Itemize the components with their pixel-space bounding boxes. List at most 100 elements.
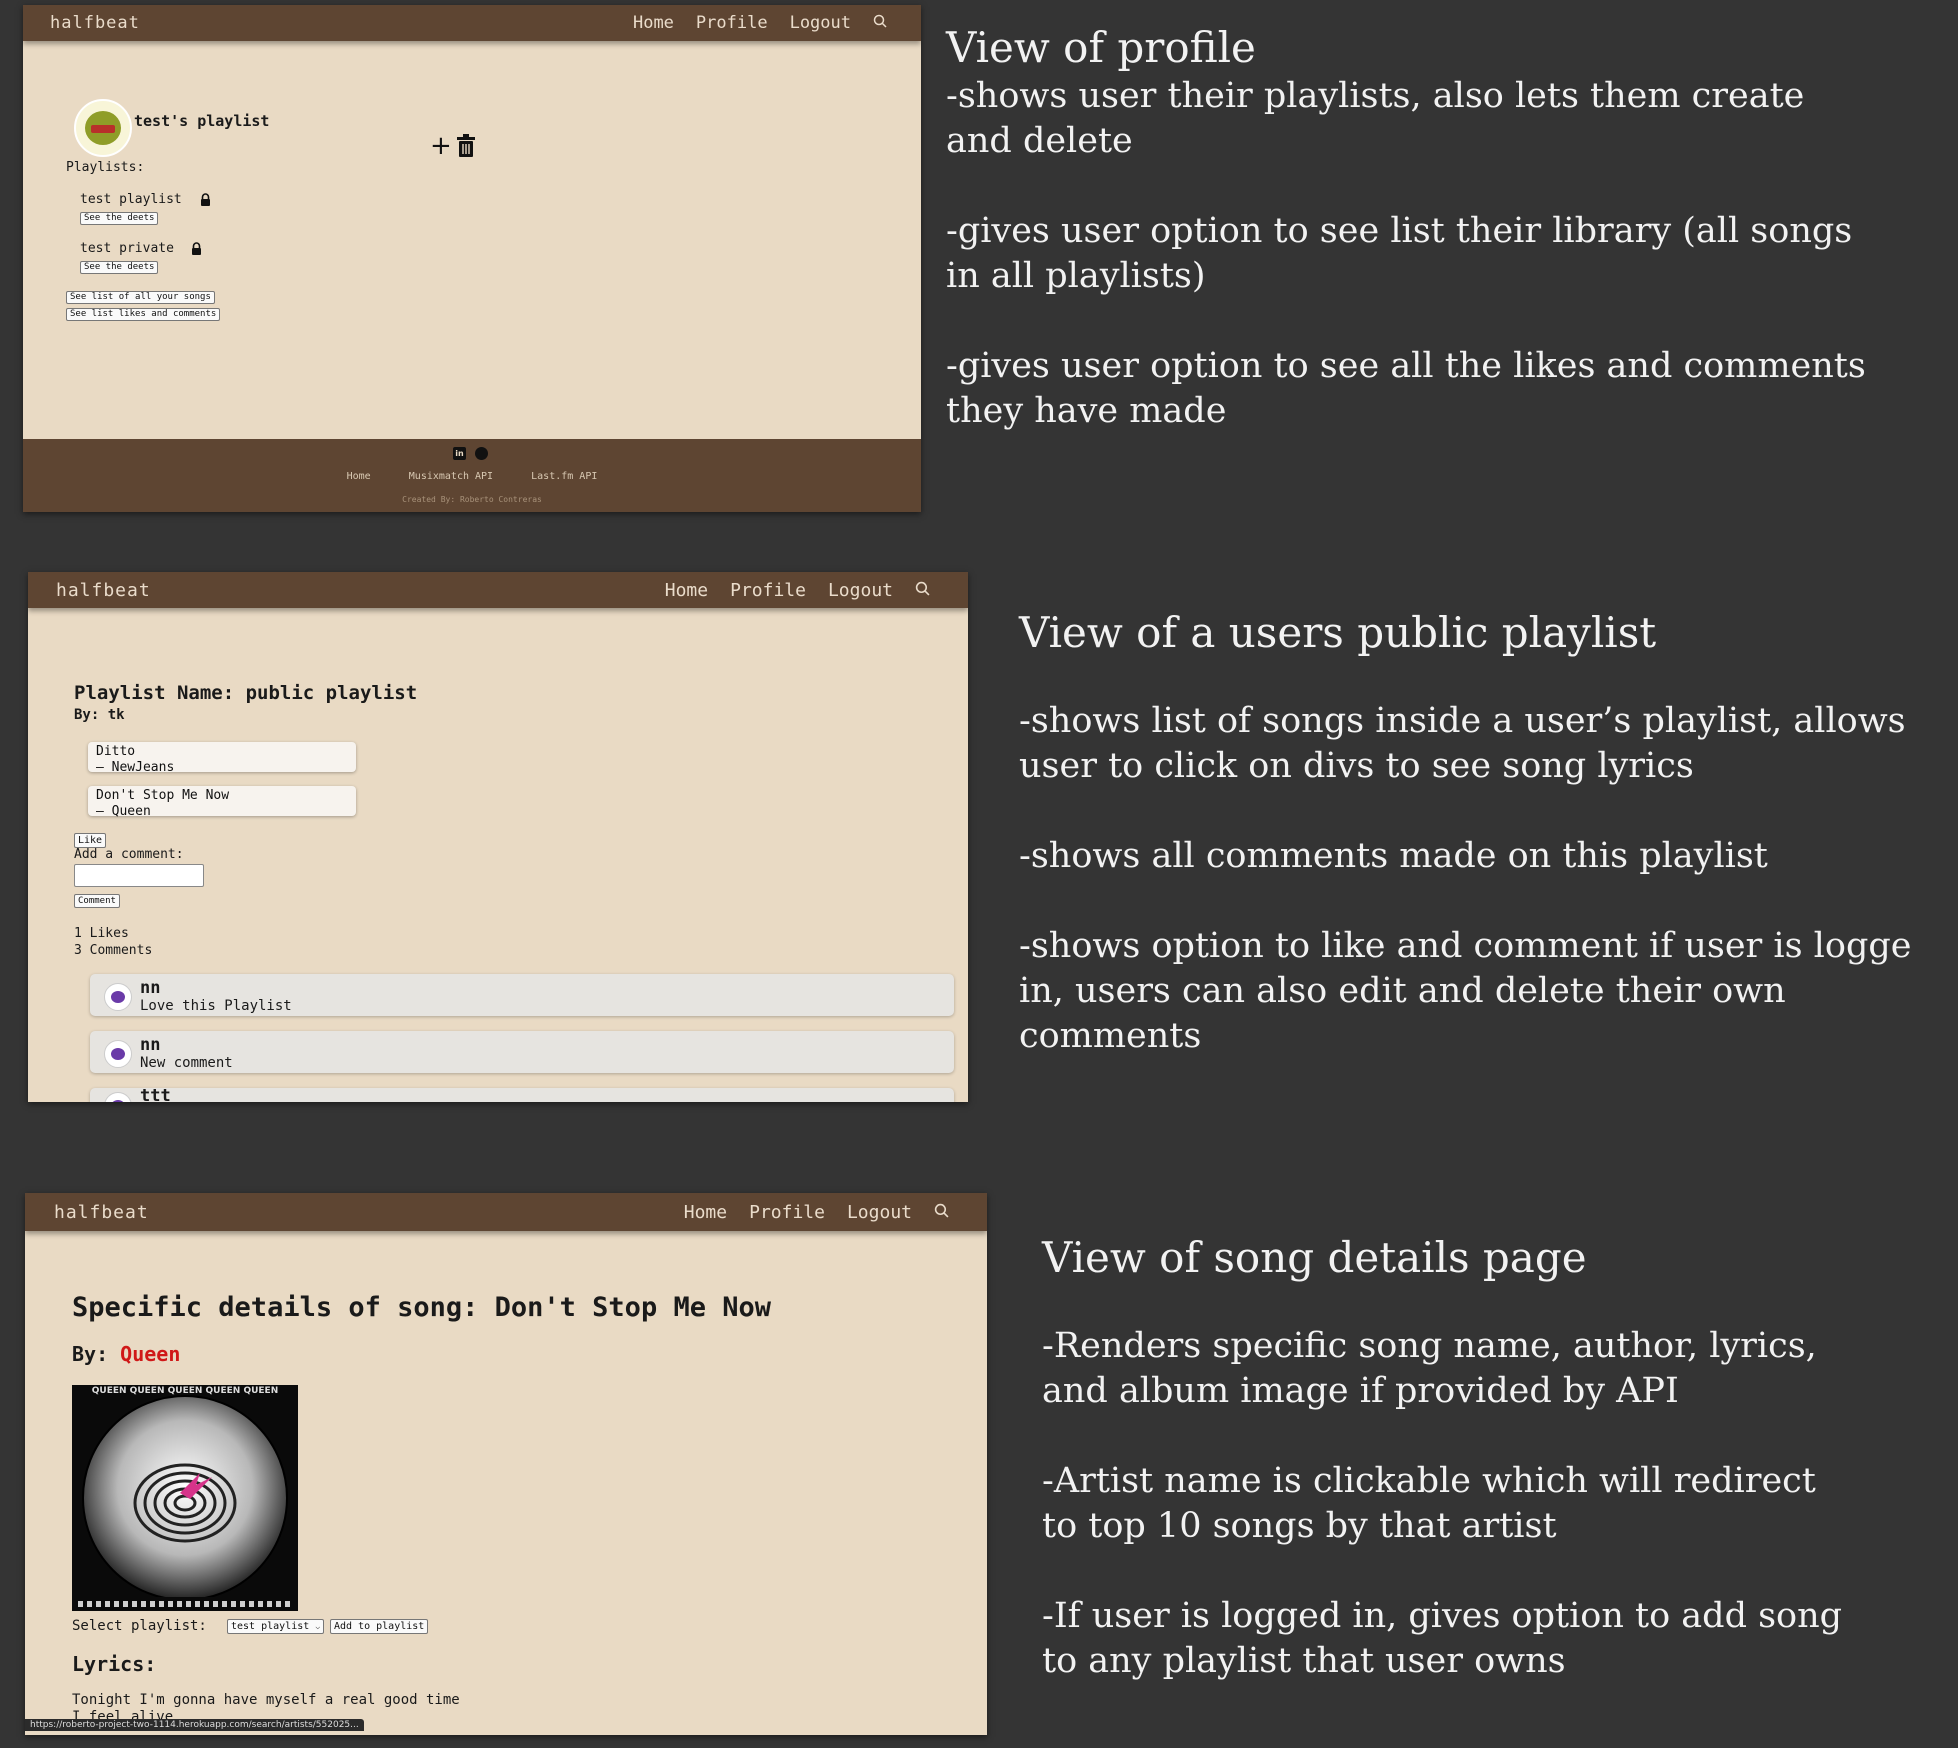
status-bar-url: https://roberto-project-two-1114.herokua… bbox=[25, 1719, 364, 1731]
see-deets-button[interactable]: See the deets bbox=[80, 212, 159, 225]
nav-profile-link[interactable]: Profile bbox=[696, 13, 768, 33]
description-line: -shows all comments made on this playlis… bbox=[1019, 836, 1768, 876]
song-details-description: View of song details page -Renders speci… bbox=[1042, 1232, 1842, 1684]
description-heading: View of a users public playlist bbox=[1019, 608, 1657, 657]
description-line: -shows list of songs inside a user’s pla… bbox=[1019, 701, 1906, 741]
navbar: halfbeat Home Profile Logout bbox=[28, 572, 968, 608]
comment-user: nn bbox=[140, 978, 161, 998]
comments-count: 3 Comments bbox=[74, 943, 153, 958]
description-line: to top 10 songs by that artist bbox=[1042, 1506, 1557, 1546]
search-icon[interactable] bbox=[873, 13, 887, 33]
song-title: Ditto bbox=[96, 744, 136, 759]
linkedin-icon[interactable]: in bbox=[453, 447, 466, 460]
description-line: to any playlist that user owns bbox=[1042, 1641, 1566, 1681]
description-line: -Renders specific song name, author, lyr… bbox=[1042, 1326, 1817, 1366]
description-line bbox=[1019, 879, 1911, 924]
footer-lastfm-link[interactable]: Last.fm API bbox=[531, 471, 597, 482]
song-title: Don't Stop Me Now bbox=[96, 788, 230, 803]
description-line: user to click on divs to see song lyrics bbox=[1019, 746, 1694, 786]
footer-home-link[interactable]: Home bbox=[347, 471, 371, 482]
nav-profile-link[interactable]: Profile bbox=[730, 580, 806, 601]
public-playlist-screenshot: halfbeat Home Profile Logout Playlist Na… bbox=[28, 572, 968, 1102]
footer-credit: Created By: Roberto Contreras bbox=[402, 495, 542, 504]
brand-logo[interactable]: halfbeat bbox=[54, 1202, 149, 1223]
description-line: in all playlists) bbox=[946, 256, 1206, 296]
nav-home-link[interactable]: Home bbox=[684, 1202, 727, 1223]
description-line: -If user is logged in, gives option to a… bbox=[1042, 1596, 1843, 1636]
comment-item: ttt bbox=[90, 1086, 954, 1102]
like-button[interactable]: Like bbox=[74, 833, 107, 848]
add-playlist-icon[interactable]: + bbox=[430, 133, 452, 159]
comment-input[interactable] bbox=[74, 864, 204, 887]
nav-logout-link[interactable]: Logout bbox=[790, 13, 851, 33]
description-line bbox=[946, 164, 1866, 209]
add-to-playlist-button[interactable]: Add to playlist bbox=[330, 1619, 429, 1634]
profile-description: View of profile -shows user their playli… bbox=[946, 22, 1866, 434]
chevron-down-icon: ⌵ bbox=[315, 1622, 321, 1631]
description-heading: View of profile bbox=[946, 23, 1256, 72]
description-line bbox=[1042, 1414, 1842, 1459]
avatar bbox=[104, 1040, 132, 1068]
artist-link[interactable]: Queen bbox=[120, 1342, 180, 1366]
navbar: halfbeat Home Profile Logout bbox=[25, 1193, 987, 1231]
nav-home-link[interactable]: Home bbox=[665, 580, 708, 601]
likes-comments-button[interactable]: See list likes and comments bbox=[66, 308, 221, 321]
github-icon[interactable] bbox=[475, 447, 488, 460]
album-cover: QUEEN QUEEN QUEEN QUEEN QUEEN bbox=[72, 1385, 298, 1611]
comment-user: ttt bbox=[140, 1086, 171, 1102]
song-card[interactable]: Ditto – NewJeans bbox=[88, 742, 356, 775]
playlists-label: Playlists: bbox=[66, 160, 145, 175]
public-playlist-description: View of a users public playlist -shows l… bbox=[1019, 607, 1911, 1059]
add-comment-label: Add a comment: bbox=[74, 847, 184, 862]
nav-home-link[interactable]: Home bbox=[633, 13, 674, 33]
nav-logout-link[interactable]: Logout bbox=[847, 1202, 912, 1223]
comment-button[interactable]: Comment bbox=[74, 894, 120, 908]
playlist-select-value: test playlist bbox=[231, 1621, 310, 1632]
likes-count: 1 Likes bbox=[74, 926, 129, 941]
search-icon[interactable] bbox=[934, 1202, 949, 1223]
comment-text: New comment bbox=[140, 1055, 233, 1071]
search-icon[interactable] bbox=[915, 580, 930, 601]
all-songs-button[interactable]: See list of all your songs bbox=[66, 291, 215, 304]
description-line: -shows user their playlists, also lets t… bbox=[946, 76, 1805, 116]
playlist-owner: By: tk bbox=[74, 707, 125, 723]
trash-icon[interactable] bbox=[456, 134, 476, 162]
description-line: -gives user option to see all the likes … bbox=[946, 346, 1866, 386]
description-line: -shows option to like and comment if use… bbox=[1019, 926, 1912, 966]
see-deets-button[interactable]: See the deets bbox=[80, 261, 159, 274]
description-line: and album image if provided by API bbox=[1042, 1371, 1679, 1411]
nav-profile-link[interactable]: Profile bbox=[749, 1202, 825, 1223]
avatar bbox=[104, 983, 132, 1011]
lock-icon bbox=[191, 240, 202, 259]
playlist-name: test private bbox=[80, 241, 174, 256]
avatar bbox=[74, 99, 132, 157]
lyrics-line: Tonight I'm gonna have myself a real goo… bbox=[72, 1692, 460, 1708]
description-line: they have made bbox=[946, 391, 1227, 431]
song-artist: – NewJeans bbox=[96, 760, 175, 775]
song-details-title: Specific details of song: Don't Stop Me … bbox=[72, 1292, 771, 1323]
lock-icon bbox=[200, 191, 211, 210]
description-line: comments bbox=[1019, 1016, 1202, 1056]
avatar bbox=[104, 1092, 132, 1102]
footer-musixmatch-link[interactable]: Musixmatch API bbox=[409, 471, 493, 482]
playlist-name: test playlist bbox=[80, 192, 182, 207]
brand-logo[interactable]: halfbeat bbox=[56, 580, 151, 601]
playlist-select[interactable]: test playlist ⌵ bbox=[227, 1619, 325, 1634]
comment-user: nn bbox=[140, 1035, 161, 1055]
song-card[interactable]: Don't Stop Me Now – Queen bbox=[88, 786, 356, 819]
playlist-name-heading: Playlist Name: public playlist bbox=[74, 682, 418, 704]
by-label: By: bbox=[72, 1342, 109, 1366]
description-line: -Artist name is clickable which will red… bbox=[1042, 1461, 1816, 1501]
footer: in Home Musixmatch API Last.fm API Creat… bbox=[23, 439, 921, 512]
select-playlist-label: Select playlist: bbox=[72, 1618, 207, 1634]
comment-text: Love this Playlist bbox=[140, 998, 292, 1014]
lyrics-heading: Lyrics: bbox=[72, 1652, 157, 1676]
description-line: -gives user option to see list their lib… bbox=[946, 211, 1853, 251]
description-heading: View of song details page bbox=[1042, 1233, 1587, 1282]
description-line bbox=[1019, 789, 1911, 834]
description-line: and delete bbox=[946, 121, 1133, 161]
description-line bbox=[946, 299, 1866, 344]
brand-logo[interactable]: halfbeat bbox=[50, 13, 140, 33]
description-line bbox=[1042, 1549, 1842, 1594]
nav-logout-link[interactable]: Logout bbox=[828, 580, 893, 601]
